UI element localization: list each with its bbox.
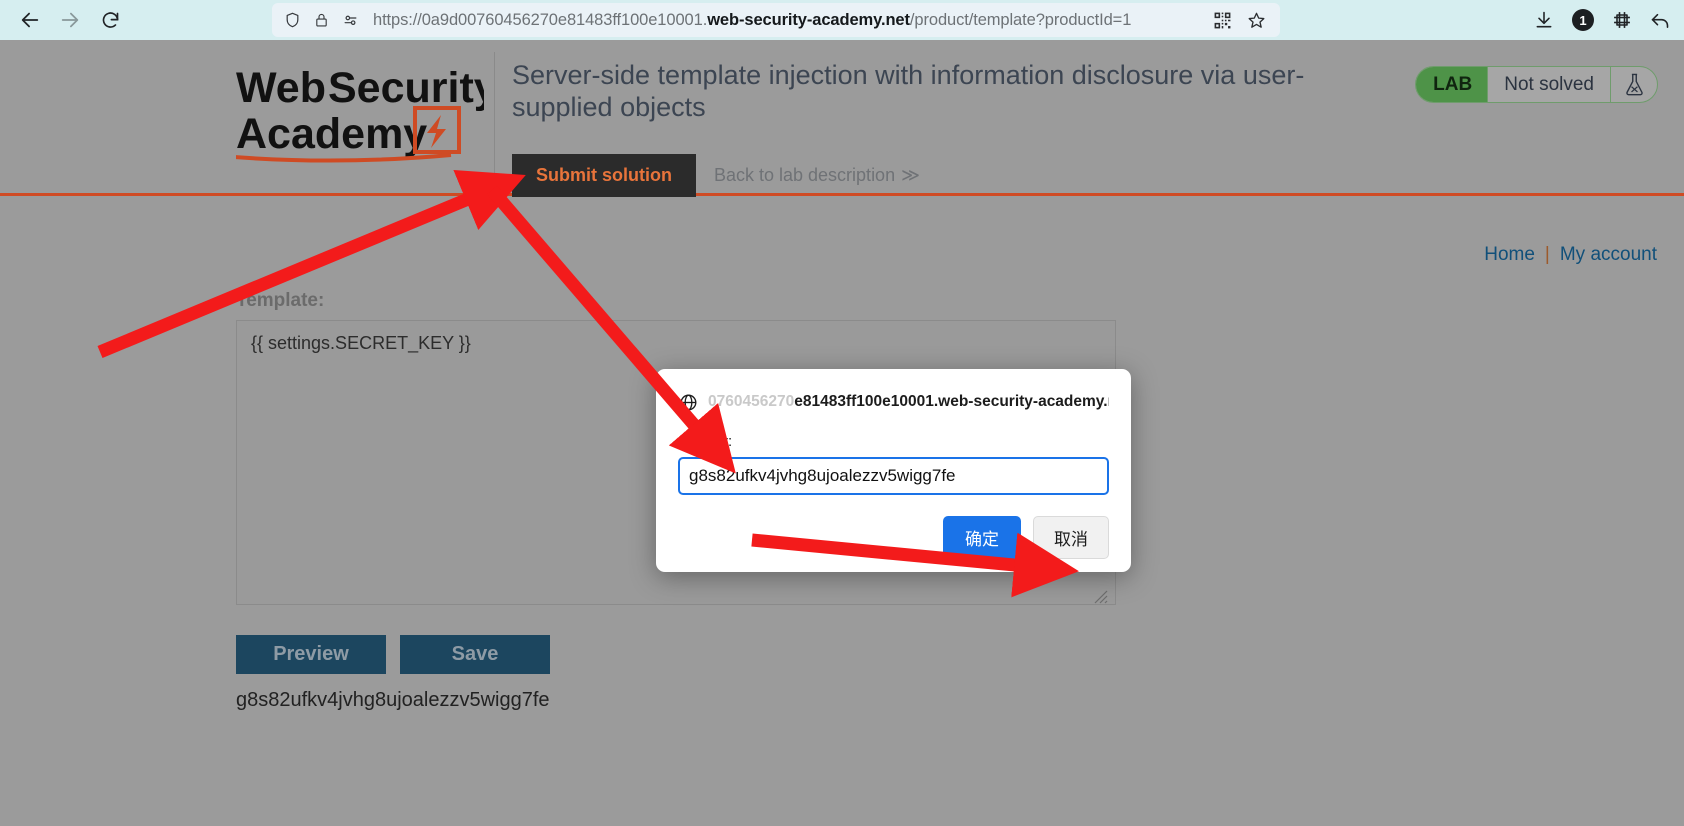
nav-home-link[interactable]: Home [1484, 244, 1535, 265]
dialog-answer-input[interactable] [678, 457, 1109, 495]
dialog-cancel-button[interactable]: 取消 [1033, 516, 1109, 559]
dialog-origin-title: 0760456270e81483ff100e10001.web-security… [708, 393, 1109, 411]
dialog-origin-bold: e81483ff100e10001.web-security-academy.n… [794, 393, 1109, 410]
history-back-icon[interactable] [1650, 10, 1670, 30]
dialog-answer-label: Answer: [678, 433, 733, 450]
address-bar[interactable]: https://0a9d00760456270e81483ff100e10001… [272, 3, 1280, 37]
resize-grip-icon[interactable] [1090, 586, 1108, 604]
dialog-buttons: 确定 取消 [678, 516, 1109, 559]
browser-actions: 1 [1534, 0, 1670, 40]
browser-toolbar: https://0a9d00760456270e81483ff100e10001… [0, 0, 1684, 40]
reload-button[interactable] [92, 4, 128, 36]
lab-tag-label: LAB [1416, 67, 1488, 102]
back-to-lab-description-label: Back to lab description [713, 165, 896, 185]
lab-actions: Submit solution Back to lab description ≫ [512, 154, 920, 197]
notification-badge[interactable]: 1 [1572, 9, 1594, 31]
lab-status-label: Not solved [1487, 67, 1611, 102]
flask-not-solved-icon [1611, 67, 1657, 102]
dialog-ok-button[interactable]: 确定 [943, 516, 1021, 559]
site-navigation: Home | My account [1484, 244, 1657, 266]
academy-header: Web Security Academy Server-side templat… [0, 40, 1684, 197]
status-badge: LAB Not solved [1415, 66, 1658, 103]
page-title: Server-side template injection with info… [512, 60, 1305, 122]
forward-button[interactable] [52, 4, 88, 36]
download-icon[interactable] [1534, 10, 1554, 30]
chevron-right-icon: ≫ [901, 165, 920, 185]
back-button[interactable] [12, 4, 48, 36]
lock-icon[interactable] [311, 10, 331, 30]
svg-text:Academy: Academy [236, 110, 427, 158]
bookmark-star-icon[interactable] [1246, 10, 1266, 30]
logo-svg: Web Security Academy [236, 64, 484, 163]
url-text[interactable]: https://0a9d00760456270e81483ff100e10001… [369, 11, 1203, 30]
submit-solution-button[interactable]: Submit solution [512, 154, 696, 197]
dialog-origin-faded: 0760456270 [708, 393, 795, 410]
permissions-icon[interactable] [340, 10, 360, 30]
shield-icon[interactable] [282, 10, 302, 30]
navigation-buttons [0, 4, 128, 36]
qr-code-icon[interactable] [1212, 10, 1232, 30]
svg-text:Web: Web [236, 64, 326, 112]
globe-icon [678, 392, 698, 412]
render-output-text: g8s82ufkv4jvhg8ujoalezzv5wigg7fe [236, 689, 550, 711]
header-divider [494, 52, 495, 182]
prompt-dialog: 0760456270e81483ff100e10001.web-security… [656, 369, 1131, 572]
dialog-title-row: 0760456270e81483ff100e10001.web-security… [678, 389, 1109, 415]
screenshot-icon[interactable] [1612, 10, 1632, 30]
main-content: Home | My account Template: Preview Save g… [0, 196, 1684, 711]
preview-button[interactable]: Preview [236, 635, 386, 674]
academy-logo[interactable]: Web Security Academy [236, 58, 486, 166]
nav-my-account-link[interactable]: My account [1560, 244, 1657, 265]
save-button[interactable]: Save [400, 635, 550, 674]
template-label: Template: [236, 290, 325, 311]
form-actions: Preview Save [236, 635, 550, 674]
back-to-lab-description-link[interactable]: Back to lab description ≫ [714, 165, 920, 186]
nav-separator: | [1544, 244, 1550, 265]
svg-text:Security: Security [328, 64, 484, 112]
